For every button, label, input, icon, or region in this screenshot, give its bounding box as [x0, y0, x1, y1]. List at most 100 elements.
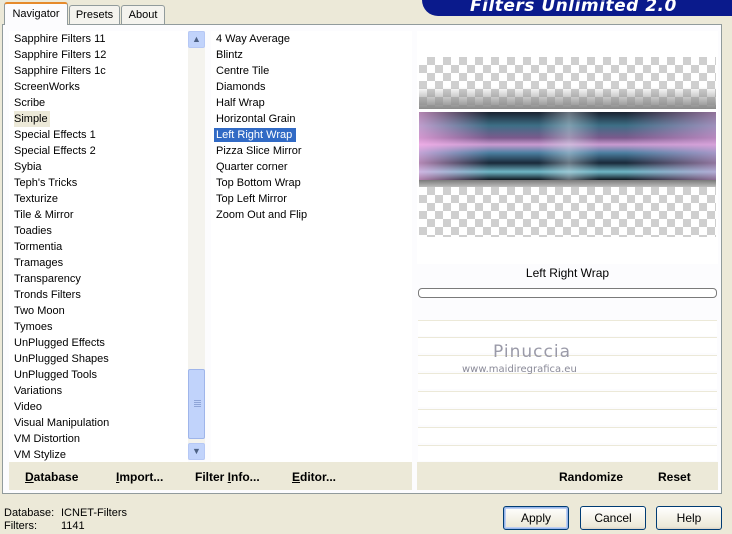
category-item-label: Texturize	[14, 193, 59, 205]
filter-item[interactable]: Horizontal Grain	[211, 111, 412, 127]
filter-item-label: Top Left Mirror	[216, 193, 287, 205]
apply-button[interactable]: Apply	[503, 506, 569, 530]
category-item-label: Special Effects 1	[14, 129, 96, 141]
filter-item-label: Horizontal Grain	[216, 113, 296, 125]
filter-item[interactable]: Left Right Wrap	[211, 127, 412, 143]
category-item-label: Simple	[14, 111, 50, 127]
category-item-label: VM Distortion	[14, 433, 81, 445]
filters-count: 1141	[61, 520, 85, 532]
category-item[interactable]: Tramages	[9, 255, 188, 271]
filter-item-label: Centre Tile	[216, 65, 270, 77]
filter-item-label: Diamonds	[216, 81, 266, 93]
filter-item-label: Half Wrap	[216, 97, 265, 109]
filter-item[interactable]: Top Left Mirror	[211, 191, 412, 207]
category-item[interactable]: Tronds Filters	[9, 287, 188, 303]
randomize-button[interactable]: Randomize	[559, 470, 623, 484]
category-item-label: Two Moon	[14, 305, 65, 317]
category-item[interactable]: Video	[9, 399, 188, 415]
category-item[interactable]: Tormentia	[9, 239, 188, 255]
category-item-label: Scribe	[14, 97, 46, 109]
filter-item-label: Zoom Out and Flip	[216, 209, 308, 221]
filter-info-button[interactable]: Filter Info...	[195, 470, 260, 484]
category-item[interactable]: Sybia	[9, 159, 188, 175]
filter-item[interactable]: Blintz	[211, 47, 412, 63]
category-item[interactable]: Teph's Tricks	[9, 175, 188, 191]
watermark-url: www.maidiregrafica.eu	[462, 364, 577, 375]
category-item-label: UnPlugged Tools	[14, 369, 97, 381]
scrollbar-thumb[interactable]	[188, 369, 205, 439]
filter-item-label: Pizza Slice Mirror	[216, 145, 302, 157]
preview-strip	[419, 112, 716, 180]
category-item[interactable]: Scribe	[9, 95, 188, 111]
category-item-label: ScreenWorks	[14, 81, 80, 93]
category-item[interactable]: Tymoes	[9, 319, 188, 335]
tab-about[interactable]: About	[121, 5, 165, 24]
category-item[interactable]: UnPlugged Tools	[9, 367, 188, 383]
help-button[interactable]: Help	[656, 506, 722, 530]
reset-button[interactable]: Reset	[658, 470, 691, 484]
parameter-slider-row[interactable]	[418, 373, 717, 389]
watermark-name: Pinuccia	[493, 342, 571, 362]
category-list[interactable]: Sapphire Filters 11 Sapphire Filters 12 Sa…	[9, 31, 188, 462]
category-item[interactable]: Toadies	[9, 223, 188, 239]
parameter-slider-row[interactable]	[418, 320, 717, 336]
cancel-button[interactable]: Cancel	[580, 506, 646, 530]
filters-label: Filters:	[4, 520, 37, 532]
category-item[interactable]: Sapphire Filters 11	[9, 31, 188, 47]
filter-item[interactable]: Zoom Out and Flip	[211, 207, 412, 223]
category-item-label: Tramages	[14, 257, 64, 269]
parameter-slider-row[interactable]	[418, 445, 717, 461]
category-item[interactable]: VM Distortion	[9, 431, 188, 447]
left-button-bar: Database Import... Filter Info... Editor…	[9, 462, 412, 490]
parameter-slider-row[interactable]	[418, 391, 717, 407]
category-item-label: UnPlugged Effects	[14, 337, 105, 349]
category-item[interactable]: Visual Manipulation	[9, 415, 188, 431]
category-item-label: Sapphire Filters 12	[14, 49, 107, 61]
category-item[interactable]: Simple	[9, 111, 188, 127]
category-scrollbar[interactable]: ▲ ▼	[188, 31, 205, 460]
category-item[interactable]: ScreenWorks	[9, 79, 188, 95]
filter-item[interactable]: Diamonds	[211, 79, 412, 95]
parameter-slider-row[interactable]	[418, 427, 717, 443]
category-item[interactable]: Sapphire Filters 12	[9, 47, 188, 63]
category-item-label: Tymoes	[14, 321, 53, 333]
filter-item[interactable]: Quarter corner	[211, 159, 412, 175]
filter-item[interactable]: 4 Way Average	[211, 31, 412, 47]
tab-navigator[interactable]: Navigator	[4, 2, 68, 25]
category-item-label: Toadies	[14, 225, 52, 237]
tab-presets[interactable]: Presets	[69, 5, 120, 24]
category-item[interactable]: Two Moon	[9, 303, 188, 319]
chevron-up-icon[interactable]: ▲	[188, 31, 205, 48]
category-item[interactable]: UnPlugged Shapes	[9, 351, 188, 367]
filter-item[interactable]: Half Wrap	[211, 95, 412, 111]
category-item-label: Video	[14, 401, 42, 413]
filter-list[interactable]: 4 Way Average Blintz Centre Tile Diamonds Ha…	[211, 31, 412, 462]
filter-item-label: Left Right Wrap	[214, 128, 297, 142]
category-item-label: UnPlugged Shapes	[14, 353, 109, 365]
filter-item[interactable]: Pizza Slice Mirror	[211, 143, 412, 159]
parameter-slider-row[interactable]	[418, 409, 717, 425]
category-item[interactable]: Sapphire Filters 1c	[9, 63, 188, 79]
category-item-label: Sapphire Filters 1c	[14, 65, 106, 77]
editor-button[interactable]: Editor...	[292, 470, 336, 484]
category-item[interactable]: Tile & Mirror	[9, 207, 188, 223]
category-item-label: Tile & Mirror	[14, 209, 74, 221]
chevron-down-icon[interactable]: ▼	[188, 443, 205, 460]
database-button[interactable]: Database	[25, 470, 78, 484]
category-item-label: VM Stylize	[14, 449, 66, 461]
import-button[interactable]: Import...	[116, 470, 163, 484]
category-item[interactable]: VM Stylize	[9, 447, 188, 462]
category-item[interactable]: UnPlugged Effects	[9, 335, 188, 351]
category-item[interactable]: Special Effects 1	[9, 127, 188, 143]
category-item[interactable]: Variations	[9, 383, 188, 399]
filter-item[interactable]: Top Bottom Wrap	[211, 175, 412, 191]
category-item-label: Variations	[14, 385, 63, 397]
progress-bar	[418, 288, 717, 298]
category-item[interactable]: Special Effects 2	[9, 143, 188, 159]
filter-item[interactable]: Centre Tile	[211, 63, 412, 79]
filter-item-label: 4 Way Average	[216, 33, 290, 45]
category-item[interactable]: Texturize	[9, 191, 188, 207]
preview-image	[419, 57, 716, 237]
category-item[interactable]: Transparency	[9, 271, 188, 287]
database-value: ICNET-Filters	[61, 507, 127, 519]
